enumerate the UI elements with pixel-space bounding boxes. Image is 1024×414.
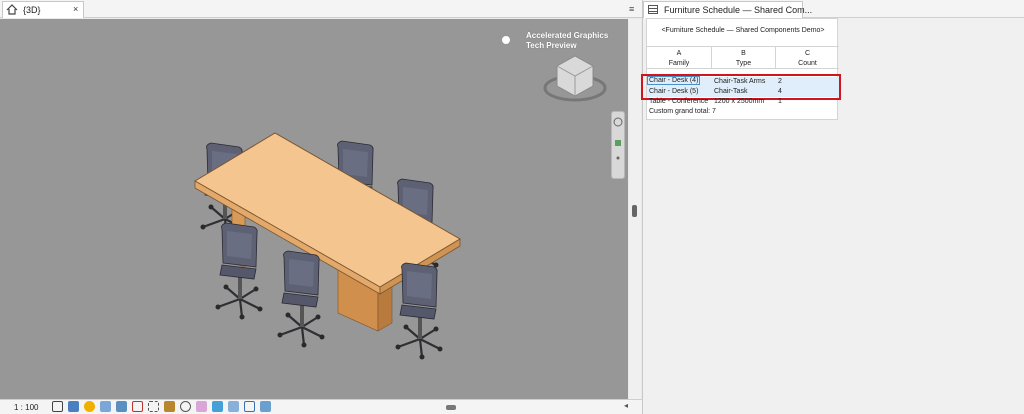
cell-type[interactable]: Chair-Task <box>714 88 747 95</box>
tab-furniture-schedule[interactable]: Furniture Schedule — Shared Com... <box>643 1 812 18</box>
tab-3d-view[interactable]: {3D} × <box>2 1 84 18</box>
3d-viewport[interactable]: Accelerated Graphics Tech Preview <box>0 19 628 399</box>
column-letter-a: A <box>676 50 682 57</box>
schedule-icon <box>648 5 658 14</box>
cell-count[interactable]: 4 <box>778 88 782 95</box>
view-cube <box>543 55 607 102</box>
temporary-hide-icon[interactable] <box>180 401 191 412</box>
graphics-overlay-text: Accelerated Graphics Tech Preview <box>526 31 608 51</box>
schedule-table: <Furniture Schedule — Shared Components … <box>641 18 841 120</box>
render-indicator-icon <box>502 36 510 44</box>
3d-view-pane: {3D} × ≡ Accelerated Graphics Tech Previ… <box>0 0 642 414</box>
schedule-title: <Furniture Schedule — Shared Components … <box>661 27 825 34</box>
overlay-line-2: Tech Preview <box>526 41 577 50</box>
overlay-line-1: Accelerated Graphics <box>526 31 609 40</box>
analytical-model-icon[interactable] <box>212 401 223 412</box>
navigation-bar[interactable] <box>611 111 625 179</box>
scroll-right-icon[interactable]: ◂ <box>624 401 628 410</box>
vertical-scroll-thumb[interactable] <box>632 205 637 217</box>
scale-label[interactable]: 1 : 100 <box>14 403 38 412</box>
schedule-pane: Furniture Schedule — Shared Com... <Furn… <box>641 0 1024 414</box>
reveal-constraints-icon[interactable] <box>244 401 255 412</box>
cell-type[interactable]: Chair-Task Arms <box>714 78 765 85</box>
column-name-count: Count <box>798 60 817 67</box>
cell-count[interactable]: 2 <box>778 78 782 85</box>
grand-total-row: Custom grand total: 7 <box>647 107 839 117</box>
crop-view-icon[interactable] <box>132 401 143 412</box>
close-tab-icon[interactable]: × <box>73 4 78 14</box>
revit-window: {3D} × ≡ Accelerated Graphics Tech Previ… <box>0 0 1024 414</box>
conference-scene <box>194 55 607 361</box>
render-icon[interactable] <box>116 401 127 412</box>
grand-total-label: Custom grand total: 7 <box>649 108 716 115</box>
reveal-hidden-icon[interactable] <box>196 401 207 412</box>
lock-view-icon[interactable] <box>164 401 175 412</box>
column-header-c[interactable]: C Count <box>775 46 839 69</box>
column-letter-c: C <box>804 50 811 57</box>
cell-type[interactable]: 1200 x 2500mm <box>714 98 764 105</box>
show-hide-icon[interactable] <box>260 401 271 412</box>
cell-family[interactable]: Table - Conference <box>649 98 708 105</box>
column-name-type: Type <box>735 60 752 67</box>
left-tab-bar: {3D} × ≡ <box>0 0 642 18</box>
tab-schedule-label: Furniture Schedule — Shared Com... <box>664 5 813 15</box>
horizontal-scroll-thumb[interactable] <box>446 405 456 410</box>
visual-style-icon[interactable] <box>68 401 79 412</box>
view-menu-icon[interactable]: ≡ <box>629 4 634 14</box>
sun-path-icon[interactable] <box>84 401 95 412</box>
shadows-icon[interactable] <box>100 401 111 412</box>
table-row[interactable]: Chair - Desk (4) Chair-Task Arms 2 <box>646 76 839 87</box>
table-row[interactable]: Chair - Desk (5) Chair-Task 4 <box>647 87 839 97</box>
highlight-displacement-icon[interactable] <box>228 401 239 412</box>
view-control-icons <box>52 401 271 414</box>
cell-count[interactable]: 1 <box>778 98 782 105</box>
column-name-family: Family <box>668 60 690 67</box>
table-row[interactable]: Table - Conference 1200 x 2500mm 1 <box>647 97 839 107</box>
right-tab-bar: Furniture Schedule — Shared Com... <box>643 0 1024 18</box>
crop-region-icon[interactable] <box>148 401 159 412</box>
home-icon <box>6 4 18 17</box>
detail-level-icon[interactable] <box>52 401 63 412</box>
column-header-b[interactable]: B Type <box>711 46 775 69</box>
column-header-a[interactable]: A Family <box>647 46 711 69</box>
tab-3d-label: {3D} <box>23 5 41 15</box>
schedule-rows: Chair - Desk (4) Chair-Task Arms 2 Chair… <box>641 74 841 117</box>
cell-family[interactable]: Chair - Desk (4) <box>646 76 701 85</box>
view-control-bar: 1 : 100 ◂ <box>0 399 642 414</box>
column-letter-b: B <box>741 50 746 57</box>
horizontal-scrollbar[interactable]: ◂ <box>290 401 630 412</box>
cell-family[interactable]: Chair - Desk (5) <box>649 88 698 95</box>
